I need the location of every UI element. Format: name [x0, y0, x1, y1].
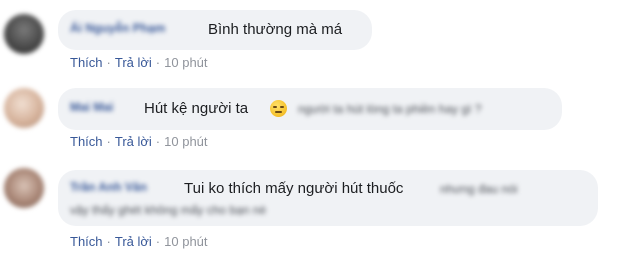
comment-text: Tui ko thích mấy người hút thuốc [184, 180, 404, 197]
avatar[interactable] [4, 88, 44, 128]
comment-bubble: Ái Nguyễn Phạm Bình thường mà má [58, 10, 372, 50]
separator-dot: · [106, 134, 111, 149]
comment-author[interactable]: Ái Nguyễn Phạm [70, 21, 165, 35]
sad-face-emoji [270, 100, 287, 117]
timestamp[interactable]: 10 phút [164, 134, 207, 149]
comment-bubble: Trần Anh Văn Tui ko thích mấy người hút … [58, 170, 598, 226]
timestamp[interactable]: 10 phút [164, 55, 207, 70]
blurred-comment-text: nhưng đau nói [440, 182, 518, 196]
separator-dot: · [155, 134, 161, 149]
comment-bubble: Mai Mai Hút kệ người ta người ta hút lòn… [58, 88, 562, 130]
separator-dot: · [106, 234, 111, 249]
separator-dot: · [106, 55, 111, 70]
timestamp[interactable]: 10 phút [164, 234, 207, 249]
like-link[interactable]: Thích [70, 234, 103, 249]
reply-link[interactable]: Trả lời [115, 134, 152, 149]
avatar[interactable] [4, 168, 44, 208]
like-link[interactable]: Thích [70, 55, 103, 70]
blurred-comment-text: người ta hút lòng ta phiền hay gì ? [298, 102, 482, 116]
comment-actions: Thích · Trả lời · 10 phút [70, 55, 208, 70]
separator-dot: · [155, 234, 161, 249]
comment-text: Bình thường mà má [208, 21, 343, 38]
like-link[interactable]: Thích [70, 134, 103, 149]
separator-dot: · [155, 55, 161, 70]
comment-actions: Thích · Trả lời · 10 phút [70, 234, 208, 249]
reply-link[interactable]: Trả lời [115, 55, 152, 70]
blurred-comment-text-line-2: vậy thấy ghét không mấy cho bạn nè [70, 203, 267, 217]
comment-text: Hút kệ người ta [144, 100, 249, 117]
avatar[interactable] [4, 14, 44, 54]
comment-author[interactable]: Trần Anh Văn [70, 180, 147, 194]
comment-actions: Thích · Trả lời · 10 phút [70, 134, 208, 149]
comment-author[interactable]: Mai Mai [70, 100, 113, 114]
reply-link[interactable]: Trả lời [115, 234, 152, 249]
